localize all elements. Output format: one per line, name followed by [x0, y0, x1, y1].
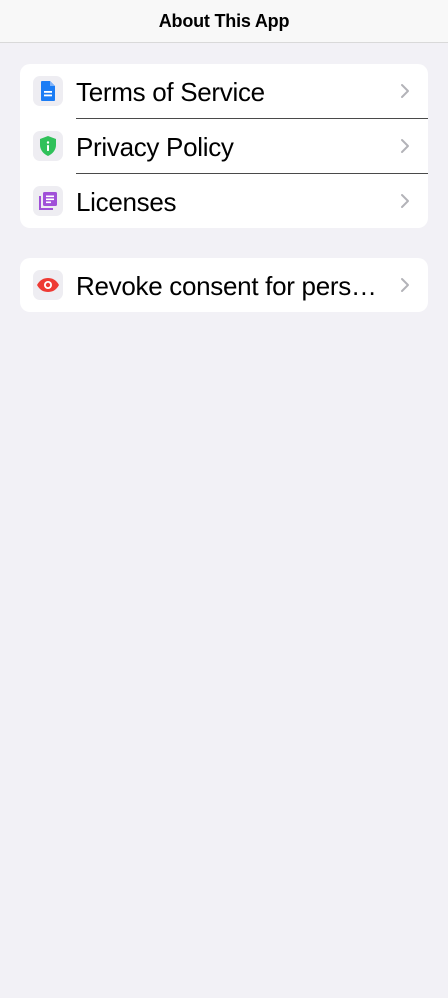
privacy-policy-row[interactable]: Privacy Policy [20, 119, 428, 174]
licenses-row[interactable]: Licenses [20, 174, 428, 228]
chevron-right-icon [401, 278, 409, 292]
revoke-consent-row[interactable]: Revoke consent for personalized ads [20, 258, 428, 312]
terms-of-service-label: Terms of Service [76, 77, 265, 107]
page-title: About This App [158, 10, 290, 31]
consent-group: Revoke consent for personalized ads [20, 258, 428, 312]
chevron-right-icon [401, 139, 409, 153]
privacy-policy-label: Privacy Policy [76, 132, 234, 162]
chevron-right-icon [401, 194, 409, 208]
licenses-icon [33, 186, 63, 216]
terms-of-service-row[interactable]: Terms of Service [20, 64, 428, 119]
about-links-group: Terms of Service Privacy Policy Licenses [20, 64, 428, 228]
document-icon [33, 76, 63, 106]
revoke-consent-label: Revoke consent for personalized ads [76, 271, 388, 301]
eye-icon [33, 270, 63, 300]
navigation-bar: About This App [0, 0, 448, 43]
chevron-right-icon [401, 84, 409, 98]
licenses-label: Licenses [76, 187, 177, 217]
shield-icon [33, 131, 63, 161]
